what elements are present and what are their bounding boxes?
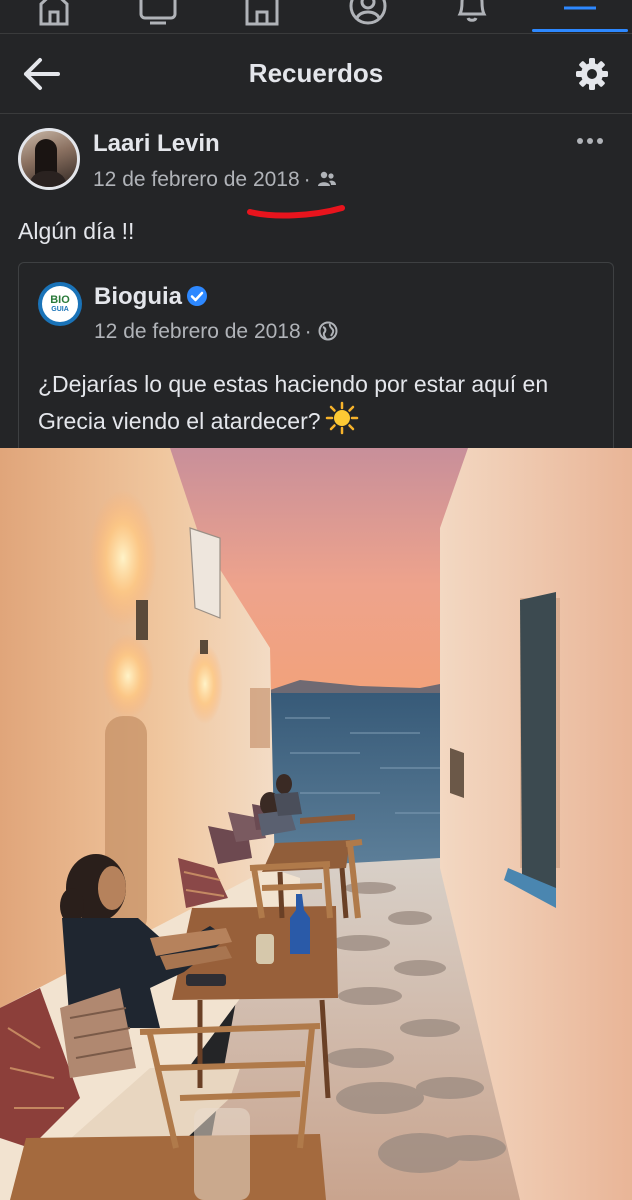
page-title: Recuerdos [248, 58, 384, 88]
shared-post-date[interactable]: 12 de febrero de 2018 [94, 320, 301, 343]
post-meta: 12 de febrero de 2018 · [93, 168, 337, 192]
page-logo-inner: BIO GUIA [42, 286, 78, 322]
tab-marketplace[interactable] [222, 0, 302, 34]
active-tab-indicator [532, 29, 628, 32]
shared-post-text: ¿Dejarías lo que estas haciendo por esta… [38, 371, 549, 434]
memories-screen: Recuerdos Laari Levin 12 de febrero de 2… [0, 0, 632, 1200]
sunset-alley-image [0, 448, 632, 1200]
marketplace-icon [245, 0, 279, 26]
sun-emoji-icon [325, 401, 358, 435]
shared-post-card[interactable]: BIO GUIA Bioguia 12 de febrero de 2018 · … [18, 262, 614, 448]
red-annotation-underline [247, 205, 345, 219]
gear-icon [576, 58, 608, 90]
shared-post-text-row: ¿Dejarías lo que estas haciendo por esta… [38, 367, 608, 438]
watch-icon [139, 0, 177, 25]
meta-separator: · [303, 168, 311, 191]
tab-notifications[interactable] [432, 0, 512, 34]
settings-button[interactable] [574, 56, 610, 92]
shared-meta-separator: · [304, 320, 312, 343]
post-text: Algún día !! [18, 218, 135, 244]
tab-watch[interactable] [118, 0, 198, 34]
friends-icon [317, 171, 336, 186]
tab-profile[interactable] [328, 0, 408, 34]
logo-text-top: BIO [50, 294, 70, 306]
top-tab-bar [0, 0, 632, 34]
shared-page-name-row: Bioguia [94, 283, 208, 311]
home-icon [39, 0, 69, 26]
avatar[interactable] [18, 128, 80, 190]
author-name[interactable]: Laari Levin [93, 130, 220, 158]
menu-icon [564, 6, 596, 10]
shared-page-name[interactable]: Bioguia [94, 283, 182, 310]
shared-post-meta: 12 de febrero de 2018 · [94, 320, 338, 344]
post-photo[interactable] [0, 448, 632, 1200]
tab-home[interactable] [14, 0, 94, 34]
page-logo[interactable]: BIO GUIA [38, 282, 82, 326]
bell-icon [457, 0, 487, 22]
profile-icon [349, 0, 387, 25]
globe-icon [318, 321, 338, 341]
logo-text-bottom: GUIA [51, 306, 69, 313]
more-dots-icon [577, 138, 603, 144]
page-header: Recuerdos [0, 34, 632, 114]
more-options-button[interactable] [570, 126, 610, 156]
avatar-body [29, 171, 67, 187]
verified-badge-icon [187, 286, 207, 306]
post-date[interactable]: 12 de febrero de 2018 [93, 168, 300, 191]
